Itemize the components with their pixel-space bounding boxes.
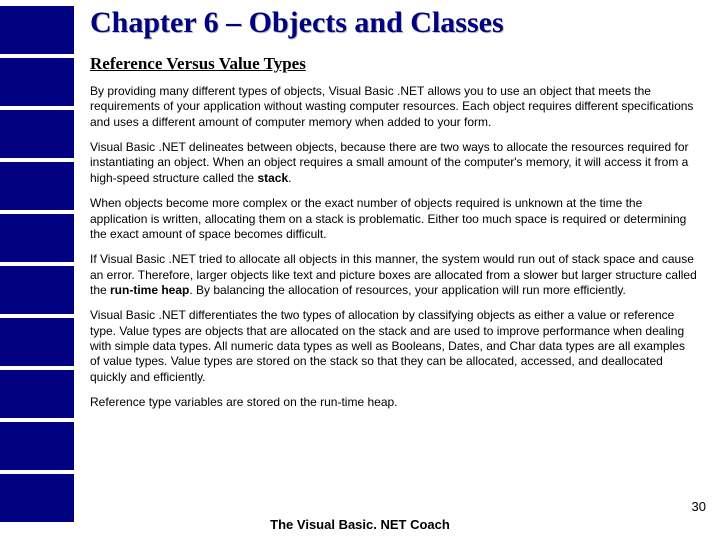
body-paragraph: When objects become more complex or the … xyxy=(90,196,698,242)
body-paragraph: Reference type variables are stored on t… xyxy=(90,395,698,410)
chapter-title: Chapter 6 – Objects and Classes xyxy=(90,6,698,40)
sidebar-block xyxy=(0,370,74,418)
section-subtitle: Reference Versus Value Types xyxy=(90,54,698,74)
para-bold: run-time heap xyxy=(110,283,189,297)
para-pre: Visual Basic .NET delineates between obj… xyxy=(90,140,689,185)
sidebar-block xyxy=(0,110,74,158)
footer-text: The Visual Basic. NET Coach xyxy=(0,517,720,532)
body-paragraph: If Visual Basic .NET tried to allocate a… xyxy=(90,252,698,298)
sidebar-block xyxy=(0,266,74,314)
page-number: 30 xyxy=(692,499,706,514)
sidebar-block xyxy=(0,6,74,54)
sidebar-block xyxy=(0,162,74,210)
body-paragraph: Visual Basic .NET differentiates the two… xyxy=(90,308,698,385)
para-post: . xyxy=(288,171,291,185)
body-paragraph: By providing many different types of obj… xyxy=(90,84,698,130)
sidebar-block xyxy=(0,214,74,262)
para-post: . By balancing the allocation of resourc… xyxy=(189,283,625,297)
slide: Chapter 6 – Objects and Classes Referenc… xyxy=(0,0,720,540)
body-paragraph: Visual Basic .NET delineates between obj… xyxy=(90,140,698,186)
sidebar-block xyxy=(0,474,74,522)
para-bold: stack xyxy=(257,171,288,185)
sidebar-block xyxy=(0,318,74,366)
content-area: Chapter 6 – Objects and Classes Referenc… xyxy=(82,0,712,540)
sidebar-block xyxy=(0,58,74,106)
sidebar-decoration xyxy=(0,0,74,540)
sidebar-block xyxy=(0,422,74,470)
